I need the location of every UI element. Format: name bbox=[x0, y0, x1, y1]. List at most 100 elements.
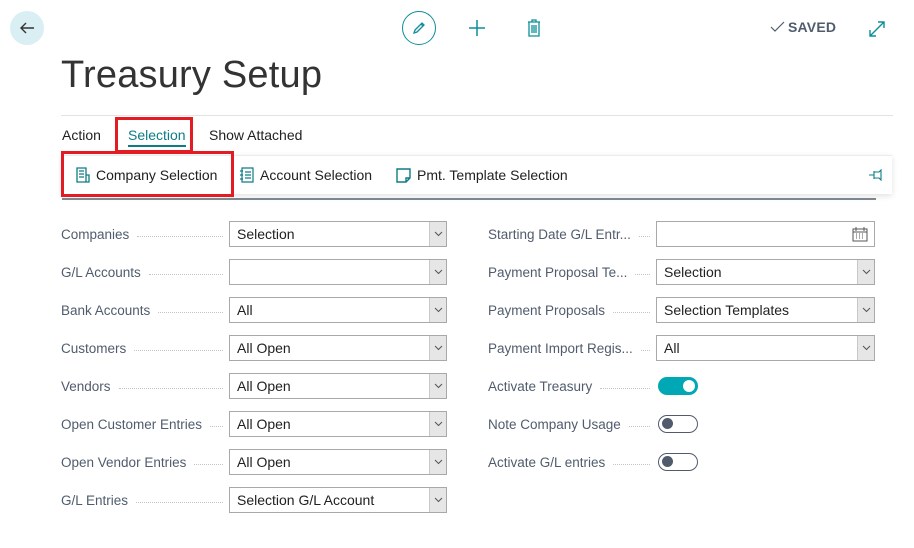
vendors-select[interactable]: All Open bbox=[229, 373, 447, 399]
chevron-down-icon bbox=[434, 421, 442, 427]
payment-proposals-label: Payment Proposals bbox=[488, 297, 656, 323]
bank-accounts-dropdown-arrow[interactable] bbox=[429, 298, 446, 322]
save-status: SAVED bbox=[770, 19, 836, 35]
g-l-entries-value: Selection G/L Account bbox=[237, 492, 375, 508]
calendar-icon bbox=[852, 227, 868, 242]
leader-dots bbox=[118, 387, 223, 389]
leader-dots bbox=[148, 273, 223, 275]
companies-select[interactable]: Selection bbox=[229, 221, 447, 247]
companies-label: Companies bbox=[61, 221, 229, 247]
pin-button[interactable] bbox=[868, 156, 886, 194]
leader-dots bbox=[613, 311, 650, 313]
open-vendor-entries-select[interactable]: All Open bbox=[229, 449, 447, 475]
account-selection-label: Account Selection bbox=[260, 167, 373, 183]
customers-label-text: Customers bbox=[61, 340, 127, 356]
activate-treasury-toggle[interactable] bbox=[658, 377, 698, 395]
template-icon bbox=[396, 167, 411, 183]
chevron-down-icon bbox=[434, 497, 442, 503]
payment-proposals-label-text: Payment Proposals bbox=[488, 302, 606, 318]
bank-accounts-label-text: Bank Accounts bbox=[61, 302, 151, 318]
account-selection-action[interactable]: Account Selection bbox=[239, 156, 372, 194]
trash-icon bbox=[528, 19, 540, 37]
bank-accounts-value: All bbox=[237, 302, 253, 318]
activate-g-l-entries-label-text: Activate G/L entries bbox=[488, 454, 606, 470]
leader-dots bbox=[194, 463, 223, 465]
customers-label: Customers bbox=[61, 335, 229, 361]
customers-value: All Open bbox=[237, 340, 291, 356]
payment-import-regis-select[interactable]: All bbox=[656, 335, 875, 361]
open-vendor-entries-label: Open Vendor Entries bbox=[61, 449, 229, 475]
starting-date-g-l-entr-label-text: Starting Date G/L Entr... bbox=[488, 226, 631, 242]
open-customer-entries-label: Open Customer Entries bbox=[61, 411, 229, 437]
payment-proposal-te-dropdown-arrow[interactable] bbox=[857, 260, 874, 284]
payment-proposal-te-label-text: Payment Proposal Te... bbox=[488, 264, 628, 280]
new-button[interactable] bbox=[466, 17, 488, 39]
bank-accounts-select[interactable]: All bbox=[229, 297, 447, 323]
vendors-label: Vendors bbox=[61, 373, 229, 399]
payment-proposals-value: Selection Templates bbox=[664, 302, 790, 318]
note-company-usage-label: Note Company Usage bbox=[488, 411, 656, 437]
g-l-entries-select[interactable]: Selection G/L Account bbox=[229, 487, 447, 513]
plus-icon bbox=[469, 20, 485, 36]
toggle-knob bbox=[662, 418, 673, 429]
payment-import-regis-label: Payment Import Regis... bbox=[488, 335, 656, 361]
starting-date-g-l-entr-date-input[interactable] bbox=[656, 221, 875, 247]
customers-dropdown-arrow[interactable] bbox=[429, 336, 446, 360]
payment-import-regis-value: All bbox=[664, 340, 680, 356]
save-status-text: SAVED bbox=[788, 19, 837, 35]
leader-dots bbox=[134, 349, 223, 351]
g-l-entries-label-text: G/L Entries bbox=[61, 492, 129, 508]
leader-dots bbox=[635, 273, 650, 275]
g-l-accounts-select[interactable] bbox=[229, 259, 447, 285]
payment-proposal-te-select[interactable]: Selection bbox=[656, 259, 875, 285]
pencil-icon bbox=[412, 22, 425, 35]
back-button[interactable] bbox=[10, 11, 44, 45]
tab-action[interactable]: Action bbox=[62, 127, 101, 143]
note-company-usage-label-text: Note Company Usage bbox=[488, 416, 621, 432]
pmt-template-selection-action[interactable]: Pmt. Template Selection bbox=[396, 156, 568, 194]
open-customer-entries-value: All Open bbox=[237, 416, 291, 432]
chevron-down-icon bbox=[434, 459, 442, 465]
customers-select[interactable]: All Open bbox=[229, 335, 447, 361]
starting-date-g-l-entr-label: Starting Date G/L Entr... bbox=[488, 221, 656, 247]
arrow-left-icon bbox=[20, 22, 34, 34]
vendors-dropdown-arrow[interactable] bbox=[429, 374, 446, 398]
tab-show-attached-label: Show Attached bbox=[209, 127, 303, 143]
calendar-button[interactable] bbox=[852, 226, 868, 245]
pin-icon bbox=[869, 169, 882, 181]
chevron-down-icon bbox=[434, 231, 442, 237]
payment-proposals-dropdown-arrow[interactable] bbox=[857, 298, 874, 322]
leader-dots bbox=[210, 425, 223, 427]
edit-button[interactable] bbox=[402, 11, 436, 45]
g-l-accounts-label: G/L Accounts bbox=[61, 259, 229, 285]
note-company-usage-toggle[interactable] bbox=[658, 415, 698, 433]
open-vendor-entries-dropdown-arrow[interactable] bbox=[429, 450, 446, 474]
companies-label-text: Companies bbox=[61, 226, 130, 242]
open-customer-entries-select[interactable]: All Open bbox=[229, 411, 447, 437]
payment-proposals-select[interactable]: Selection Templates bbox=[656, 297, 875, 323]
leader-dots bbox=[600, 387, 650, 389]
g-l-accounts-label-text: G/L Accounts bbox=[61, 264, 141, 280]
vendors-value: All Open bbox=[237, 378, 291, 394]
expand-button[interactable] bbox=[866, 18, 888, 40]
title-divider bbox=[61, 115, 893, 116]
payment-import-regis-dropdown-arrow[interactable] bbox=[857, 336, 874, 360]
open-customer-entries-dropdown-arrow[interactable] bbox=[429, 412, 446, 436]
chevron-down-icon bbox=[434, 307, 442, 313]
activate-g-l-entries-toggle[interactable] bbox=[658, 453, 698, 471]
activate-treasury-label: Activate Treasury bbox=[488, 373, 656, 399]
g-l-entries-label: G/L Entries bbox=[61, 487, 229, 513]
payment-proposal-te-label: Payment Proposal Te... bbox=[488, 259, 656, 285]
g-l-accounts-dropdown-arrow[interactable] bbox=[429, 260, 446, 284]
open-vendor-entries-label-text: Open Vendor Entries bbox=[61, 454, 187, 470]
chevron-down-icon bbox=[434, 383, 442, 389]
companies-dropdown-arrow[interactable] bbox=[429, 222, 446, 246]
chevron-down-icon bbox=[862, 269, 870, 275]
delete-button[interactable] bbox=[524, 17, 544, 39]
chevron-down-icon bbox=[862, 307, 870, 313]
expand-arrows-icon bbox=[869, 21, 885, 37]
activate-treasury-label-text: Activate Treasury bbox=[488, 378, 593, 394]
g-l-entries-dropdown-arrow[interactable] bbox=[429, 488, 446, 512]
vendors-label-text: Vendors bbox=[61, 378, 111, 394]
tab-show-attached[interactable]: Show Attached bbox=[209, 127, 302, 143]
